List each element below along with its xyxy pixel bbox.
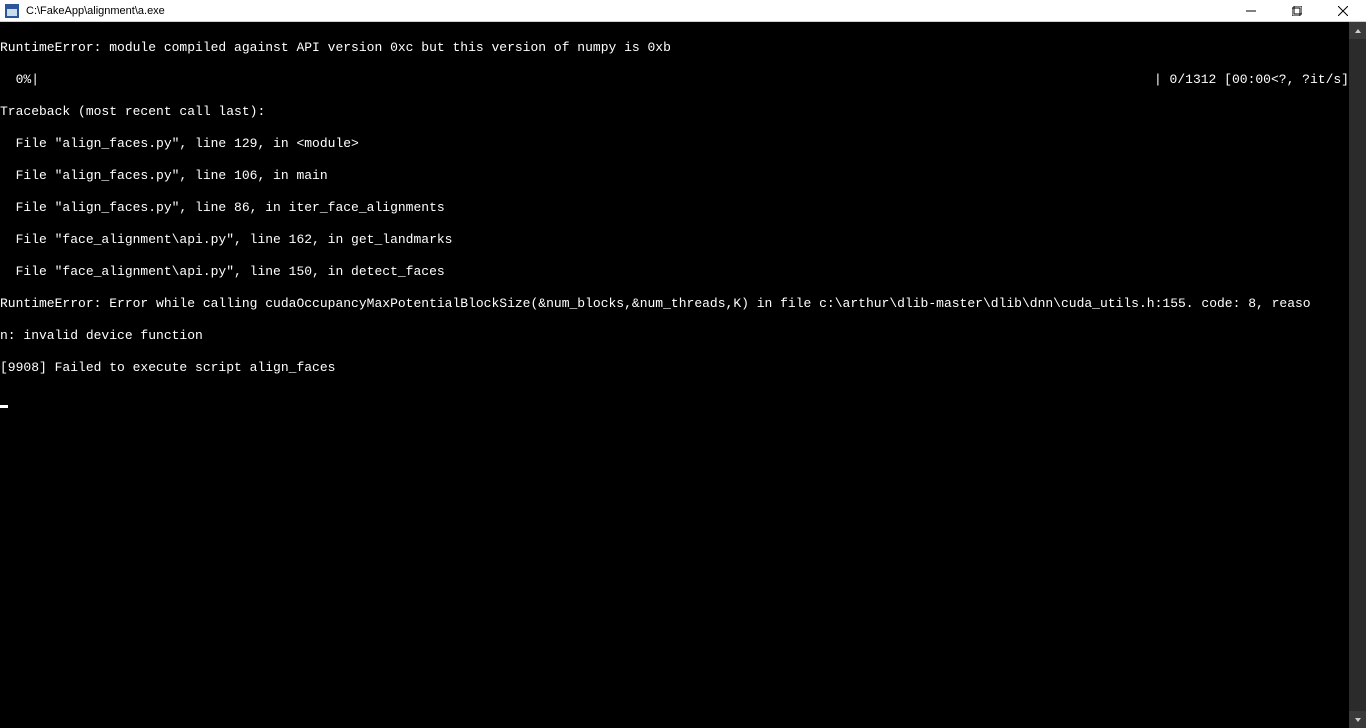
terminal-line: File "align_faces.py", line 129, in <mod… [0,136,1349,152]
window-title: C:\FakeApp\alignment\a.exe [26,5,165,17]
terminal-line: n: invalid device function [0,328,1349,344]
terminal-content: RuntimeError: module compiled against AP… [0,24,1349,424]
terminal-line: File "align_faces.py", line 106, in main [0,168,1349,184]
terminal-line: [9908] Failed to execute script align_fa… [0,360,1349,376]
window-controls [1228,0,1366,21]
minimize-button[interactable] [1228,0,1274,21]
scroll-up-arrow-icon[interactable] [1349,22,1366,39]
terminal-line: File "align_faces.py", line 86, in iter_… [0,200,1349,216]
terminal-line: File "face_alignment\api.py", line 162, … [0,232,1349,248]
terminal-area[interactable]: RuntimeError: module compiled against AP… [0,22,1366,728]
terminal-line: File "face_alignment\api.py", line 150, … [0,264,1349,280]
console-window: C:\FakeApp\alignment\a.exe RuntimeError:… [0,0,1366,728]
progress-right: | 0/1312 [00:00<?, ?it/s] [1154,72,1349,88]
titlebar-left: C:\FakeApp\alignment\a.exe [0,3,165,19]
terminal-line: Traceback (most recent call last): [0,104,1349,120]
scroll-down-arrow-icon[interactable] [1349,711,1366,728]
close-button[interactable] [1320,0,1366,21]
progress-line: 0%| | 0/1312 [00:00<?, ?it/s] [0,72,1349,88]
vertical-scrollbar[interactable] [1349,22,1366,728]
app-icon [4,3,20,19]
progress-left: 0%| [0,72,39,88]
titlebar[interactable]: C:\FakeApp\alignment\a.exe [0,0,1366,22]
cursor [0,405,8,408]
maximize-button[interactable] [1274,0,1320,21]
terminal-line: RuntimeError: module compiled against AP… [0,40,1349,56]
terminal-line: RuntimeError: Error while calling cudaOc… [0,296,1349,312]
